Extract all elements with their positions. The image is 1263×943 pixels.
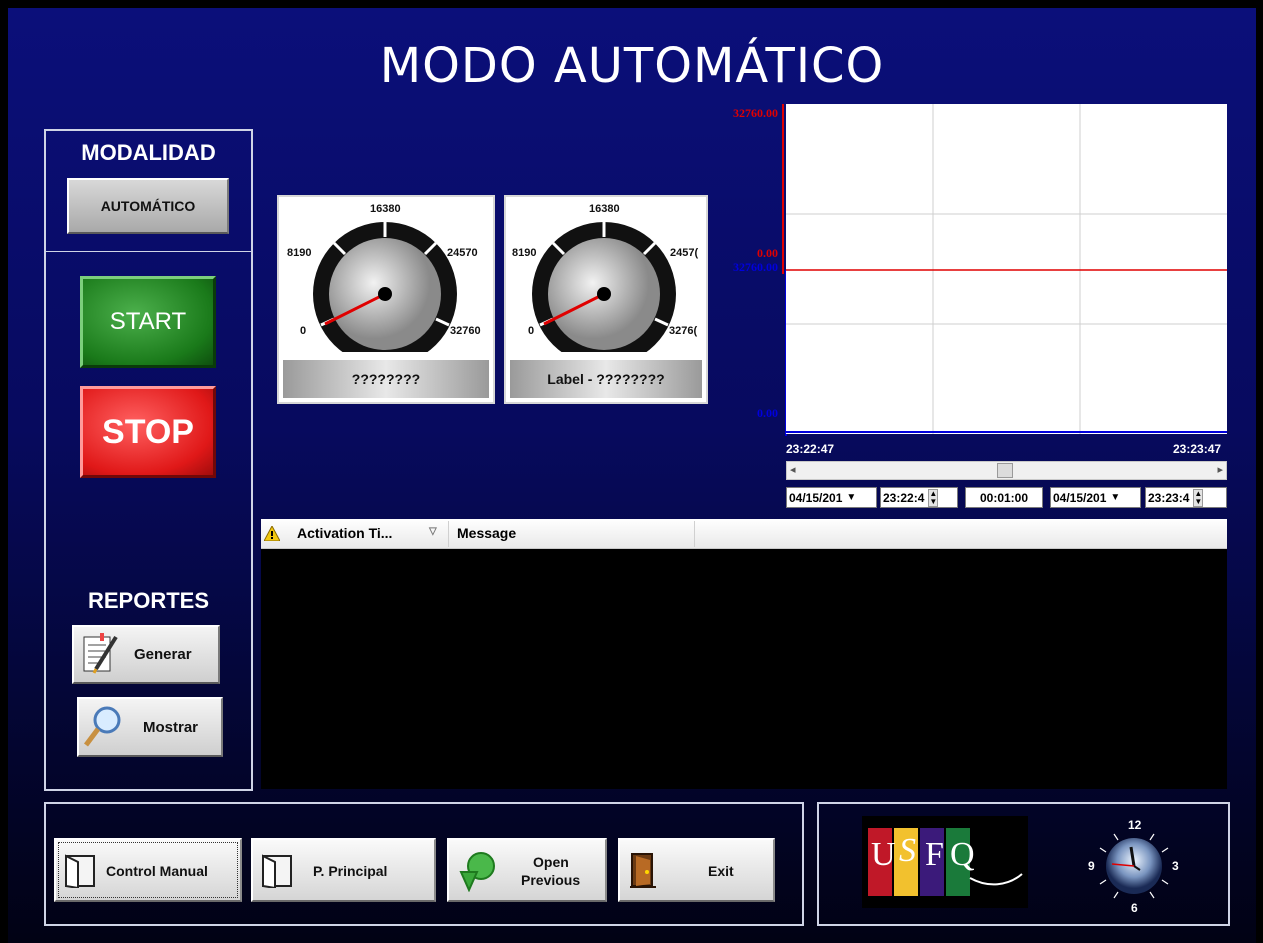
gauge-2-tick-0: 0: [528, 325, 535, 337]
trend-scrollbar[interactable]: ◂ ▸: [786, 461, 1227, 480]
analog-clock: 12 3 6 9: [1084, 814, 1184, 915]
open-previous-label-1: Open: [533, 854, 569, 870]
divider: [46, 251, 251, 252]
duration-value: 00:01:00: [979, 490, 1029, 505]
stop-button[interactable]: STOP: [80, 386, 216, 478]
gauge-1: 16380 8190 24570 0 32760 ????????: [277, 195, 495, 404]
control-manual-button[interactable]: Control Manual: [54, 838, 242, 902]
scroll-left-icon[interactable]: ◂: [790, 463, 796, 476]
trend-time-end: 23:23:47: [1173, 442, 1222, 456]
gauge-1-tick-32760: 32760: [450, 325, 481, 337]
trend-time-start: 23:22:47: [786, 442, 835, 456]
report-icon: [80, 632, 120, 677]
logo-swoosh: [969, 873, 1023, 886]
page-icon: [261, 854, 295, 891]
gauge-2-tick-32760: 3276(: [669, 325, 698, 337]
hmi-screen: MODO AUTOMÁTICO MODALIDAD AUTOMÁTICO STA…: [8, 8, 1256, 943]
trend-red-max: 32760.00: [733, 106, 778, 120]
gauge-1-tick-16380: 16380: [370, 203, 401, 215]
gauge-1-label: ????????: [283, 360, 489, 398]
spinner-icon[interactable]: ▲ ▼: [928, 488, 939, 507]
scroll-thumb[interactable]: [997, 463, 1013, 478]
clock-6: 6: [1131, 901, 1138, 915]
duration-field[interactable]: 00:01:00: [965, 487, 1043, 508]
gauge-1-tick-24570: 24570: [447, 247, 478, 259]
generar-button[interactable]: Generar: [72, 625, 220, 684]
trend-chart: [786, 104, 1227, 434]
gauge-1-tick-8190: 8190: [287, 247, 312, 259]
trend-red-axis-line: [782, 104, 784, 274]
page-icon: [64, 854, 98, 891]
trend-plot: [786, 104, 1227, 434]
gauge-2: 16380 8190 2457( 0 3276( Label - ???????…: [504, 195, 708, 404]
column-divider: [694, 521, 695, 547]
clock-12: 12: [1128, 818, 1142, 832]
trend-red-min: 0.00: [757, 246, 778, 260]
gauge-1-tick-0: 0: [300, 325, 307, 337]
alarm-col-activation[interactable]: Activation Ti...: [297, 525, 392, 541]
start-date-value: 04/15/201: [789, 490, 843, 505]
mode-button[interactable]: AUTOMÁTICO: [67, 178, 229, 234]
trend-blue-max: 32760.00: [733, 260, 778, 274]
warning-icon: [263, 524, 281, 544]
start-button[interactable]: START: [80, 276, 216, 368]
chevron-down-icon[interactable]: ▼: [846, 492, 856, 503]
alarm-col-message[interactable]: Message: [457, 525, 516, 541]
spinner-icon[interactable]: ▲ ▼: [1193, 488, 1204, 507]
sort-desc-icon[interactable]: ▽: [429, 526, 437, 537]
start-time-spinner[interactable]: 23:22:4 ▲ ▼: [880, 487, 958, 508]
gauge-2-tick-8190: 8190: [512, 247, 537, 259]
start-time-value: 23:22:4: [883, 490, 925, 505]
gauge-2-label: Label - ????????: [510, 360, 702, 398]
mostrar-label: Mostrar: [143, 718, 199, 736]
scroll-right-icon[interactable]: ▸: [1217, 463, 1223, 476]
end-time-value: 23:23:4: [1148, 490, 1190, 505]
mostrar-button[interactable]: Mostrar: [77, 697, 223, 757]
alarm-viewer[interactable]: Activation Ti... ▽ Message: [261, 519, 1227, 789]
back-arrow-icon: [457, 850, 497, 895]
end-time-spinner[interactable]: 23:23:4 ▲ ▼: [1145, 487, 1227, 508]
control-manual-label: Control Manual: [106, 863, 208, 879]
start-date-picker[interactable]: 04/15/201 ▼: [786, 487, 877, 508]
exit-button[interactable]: Exit: [618, 838, 775, 902]
gauge-2-tick-24570: 2457(: [670, 247, 699, 259]
modalidad-header: MODALIDAD: [81, 140, 216, 165]
principal-label: P. Principal: [313, 863, 388, 879]
end-date-picker[interactable]: 04/15/201 ▼: [1050, 487, 1141, 508]
gauge-2-tick-16380: 16380: [589, 203, 620, 215]
exit-label: Exit: [708, 863, 734, 879]
end-date-value: 04/15/201: [1053, 490, 1107, 505]
clock-9: 9: [1088, 859, 1095, 873]
open-previous-button[interactable]: Open Previous: [447, 838, 607, 902]
chevron-down-icon[interactable]: ▼: [1110, 492, 1120, 503]
page-title: MODO AUTOMÁTICO: [379, 38, 885, 94]
trend-blue-min: 0.00: [757, 406, 778, 420]
column-divider: [448, 521, 449, 547]
reportes-header: REPORTES: [87, 588, 210, 613]
principal-button[interactable]: P. Principal: [251, 838, 436, 902]
alarm-header: Activation Ti... ▽ Message: [261, 519, 1227, 549]
open-previous-label-2: Previous: [521, 872, 581, 888]
clock-3: 3: [1172, 859, 1179, 873]
magnifier-icon: [83, 705, 123, 749]
generar-label: Generar: [134, 646, 192, 663]
usfq-logo: U S F Q: [862, 816, 1028, 908]
door-icon: [630, 852, 656, 891]
